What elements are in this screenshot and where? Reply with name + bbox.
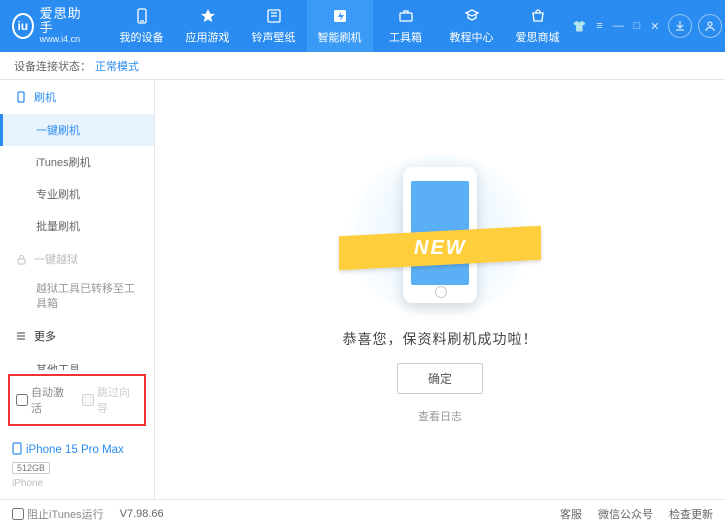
storage-badge: 512GB [12, 462, 50, 474]
success-illustration: NEW [345, 155, 535, 315]
section-label: 一键越狱 [34, 251, 78, 267]
window-controls: 👕 ≡ — □ ✕ [571, 18, 662, 35]
nav-label: 工具箱 [389, 29, 422, 45]
success-message: 恭喜您，保资料刷机成功啦！ [343, 329, 538, 349]
minimize-icon[interactable]: — [611, 18, 626, 35]
more-icon [14, 330, 28, 342]
header: iu 爱思助手 www.i4.cn 我的设备 应用游戏 铃声壁纸 智能刷机 工具… [0, 0, 725, 52]
sidebar-section-flash[interactable]: 刷机 [0, 80, 154, 114]
device-icon [134, 7, 150, 25]
sidebar-section-more[interactable]: 更多 [0, 319, 154, 353]
status-bar: 设备连接状态： 正常模式 [0, 52, 725, 80]
app-name: 爱思助手 [40, 7, 85, 36]
lock-icon [14, 254, 28, 265]
status-value: 正常模式 [95, 58, 139, 74]
section-icon [14, 91, 28, 103]
checkbox-auto-activate[interactable]: 自动激活 [16, 384, 72, 416]
option-highlight-box: 自动激活 跳过向导 [8, 374, 146, 426]
store-icon [530, 7, 546, 25]
footer-support[interactable]: 客服 [560, 506, 582, 522]
checkbox-skip-guide[interactable]: 跳过向导 [82, 384, 138, 416]
skin-icon[interactable]: 👕 [571, 18, 589, 35]
nav-apps[interactable]: 应用游戏 [175, 0, 241, 52]
section-label: 更多 [34, 328, 56, 344]
footer: 阻止iTunes运行 V7.98.66 客服 微信公众号 检查更新 [0, 499, 725, 527]
sidebar-jailbreak-note: 越狱工具已转移至工具箱 [0, 276, 154, 319]
footer-wechat[interactable]: 微信公众号 [598, 506, 653, 522]
ringtone-icon [266, 7, 282, 25]
logo: iu 爱思助手 www.i4.cn [0, 7, 97, 45]
sidebar-item-itunes[interactable]: iTunes刷机 [0, 146, 154, 178]
top-nav: 我的设备 应用游戏 铃声壁纸 智能刷机 工具箱 教程中心 爱思商城 [109, 0, 571, 52]
checkbox-label: 阻止iTunes运行 [27, 506, 104, 522]
nav-my-device[interactable]: 我的设备 [109, 0, 175, 52]
device-icon [12, 442, 22, 458]
toolbox-icon [398, 7, 414, 25]
nav-tools[interactable]: 工具箱 [373, 0, 439, 52]
device-name: iPhone 15 Pro Max [26, 444, 124, 456]
checkbox-label: 自动激活 [31, 384, 72, 416]
menu-icon[interactable]: ≡ [594, 18, 604, 35]
sidebar-section-jailbreak: 一键越狱 [0, 242, 154, 276]
maximize-icon[interactable]: □ [632, 18, 643, 35]
nav-label: 铃声壁纸 [252, 29, 296, 45]
checkbox-input[interactable] [12, 508, 24, 520]
sidebar-item-batch[interactable]: 批量刷机 [0, 210, 154, 242]
nav-tutorials[interactable]: 教程中心 [439, 0, 505, 52]
device-info[interactable]: iPhone 15 Pro Max 512GB iPhone [0, 434, 154, 499]
main-content: NEW 恭喜您，保资料刷机成功啦！ 确定 查看日志 [155, 80, 725, 499]
sidebar-item-pro[interactable]: 专业刷机 [0, 178, 154, 210]
nav-ringtones[interactable]: 铃声壁纸 [241, 0, 307, 52]
version-label: V7.98.66 [120, 508, 164, 520]
nav-label: 智能刷机 [318, 29, 362, 45]
section-label: 刷机 [34, 89, 56, 105]
footer-update[interactable]: 检查更新 [669, 506, 713, 522]
device-type: iPhone [12, 478, 142, 489]
view-log-link[interactable]: 查看日志 [418, 408, 462, 424]
header-right: 👕 ≡ — □ ✕ [571, 14, 725, 38]
nav-label: 我的设备 [120, 29, 164, 45]
ok-button[interactable]: 确定 [397, 363, 483, 394]
sidebar-item-oneclick[interactable]: 一键刷机 [0, 114, 154, 146]
block-itunes-checkbox[interactable]: 阻止iTunes运行 [12, 506, 104, 522]
checkbox-input [82, 394, 94, 406]
tutorial-icon [464, 7, 480, 25]
apps-icon [200, 7, 216, 25]
sidebar-item-othertools[interactable]: 其他工具 [0, 353, 154, 370]
status-label: 设备连接状态： [14, 58, 91, 74]
checkbox-input[interactable] [16, 394, 28, 406]
nav-label: 爱思商城 [516, 29, 560, 45]
app-url: www.i4.cn [40, 35, 85, 45]
download-button[interactable] [668, 14, 692, 38]
nav-store[interactable]: 爱思商城 [505, 0, 571, 52]
nav-label: 教程中心 [450, 29, 494, 45]
checkbox-label: 跳过向导 [97, 384, 138, 416]
nav-flash[interactable]: 智能刷机 [307, 0, 373, 52]
close-icon[interactable]: ✕ [648, 18, 661, 35]
flash-icon [332, 7, 348, 25]
user-button[interactable] [698, 14, 722, 38]
nav-label: 应用游戏 [186, 29, 230, 45]
logo-icon: iu [12, 13, 34, 39]
sidebar: 刷机 一键刷机 iTunes刷机 专业刷机 批量刷机 一键越狱 越狱工具已转移至… [0, 80, 155, 499]
